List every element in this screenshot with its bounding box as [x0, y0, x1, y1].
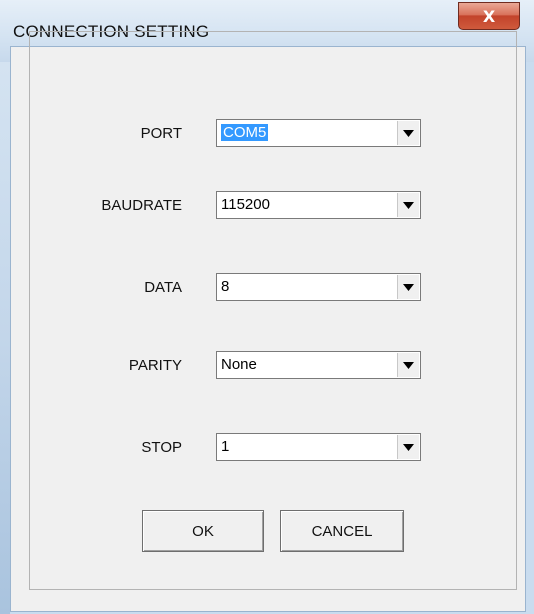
data-select[interactable]: 8 — [216, 273, 421, 301]
cancel-button[interactable]: CANCEL — [280, 510, 404, 552]
chevron-down-icon[interactable] — [397, 121, 419, 145]
parity-label: PARITY — [128, 357, 182, 374]
parity-select[interactable]: None — [216, 351, 421, 379]
data-label: DATA — [144, 279, 182, 296]
chevron-down-icon[interactable] — [397, 435, 419, 459]
port-value: COM5 — [221, 124, 269, 141]
connection-setting-window: CONNECTION SETTING X PORT COM5 BAUDRATE … — [0, 0, 534, 614]
parity-value: None — [221, 356, 257, 373]
close-button[interactable]: X — [458, 2, 520, 30]
data-value: 8 — [221, 278, 230, 295]
baudrate-value: 115200 — [221, 196, 270, 213]
baudrate-select[interactable]: 115200 — [216, 191, 421, 219]
settings-group: PORT COM5 BAUDRATE 115200 DATA 8 PARITY … — [29, 31, 517, 590]
chevron-down-icon[interactable] — [397, 193, 419, 217]
stop-label: STOP — [141, 439, 182, 456]
baudrate-label: BAUDRATE — [101, 197, 182, 214]
chevron-down-icon[interactable] — [397, 353, 419, 377]
port-select[interactable]: COM5 — [216, 119, 421, 147]
ok-button[interactable]: OK — [142, 510, 264, 552]
window-frame-edge — [0, 0, 10, 614]
stop-value: 1 — [221, 438, 230, 455]
close-icon: X — [482, 6, 496, 26]
stop-select[interactable]: 1 — [216, 433, 421, 461]
port-label: PORT — [140, 125, 182, 142]
chevron-down-icon[interactable] — [397, 275, 419, 299]
